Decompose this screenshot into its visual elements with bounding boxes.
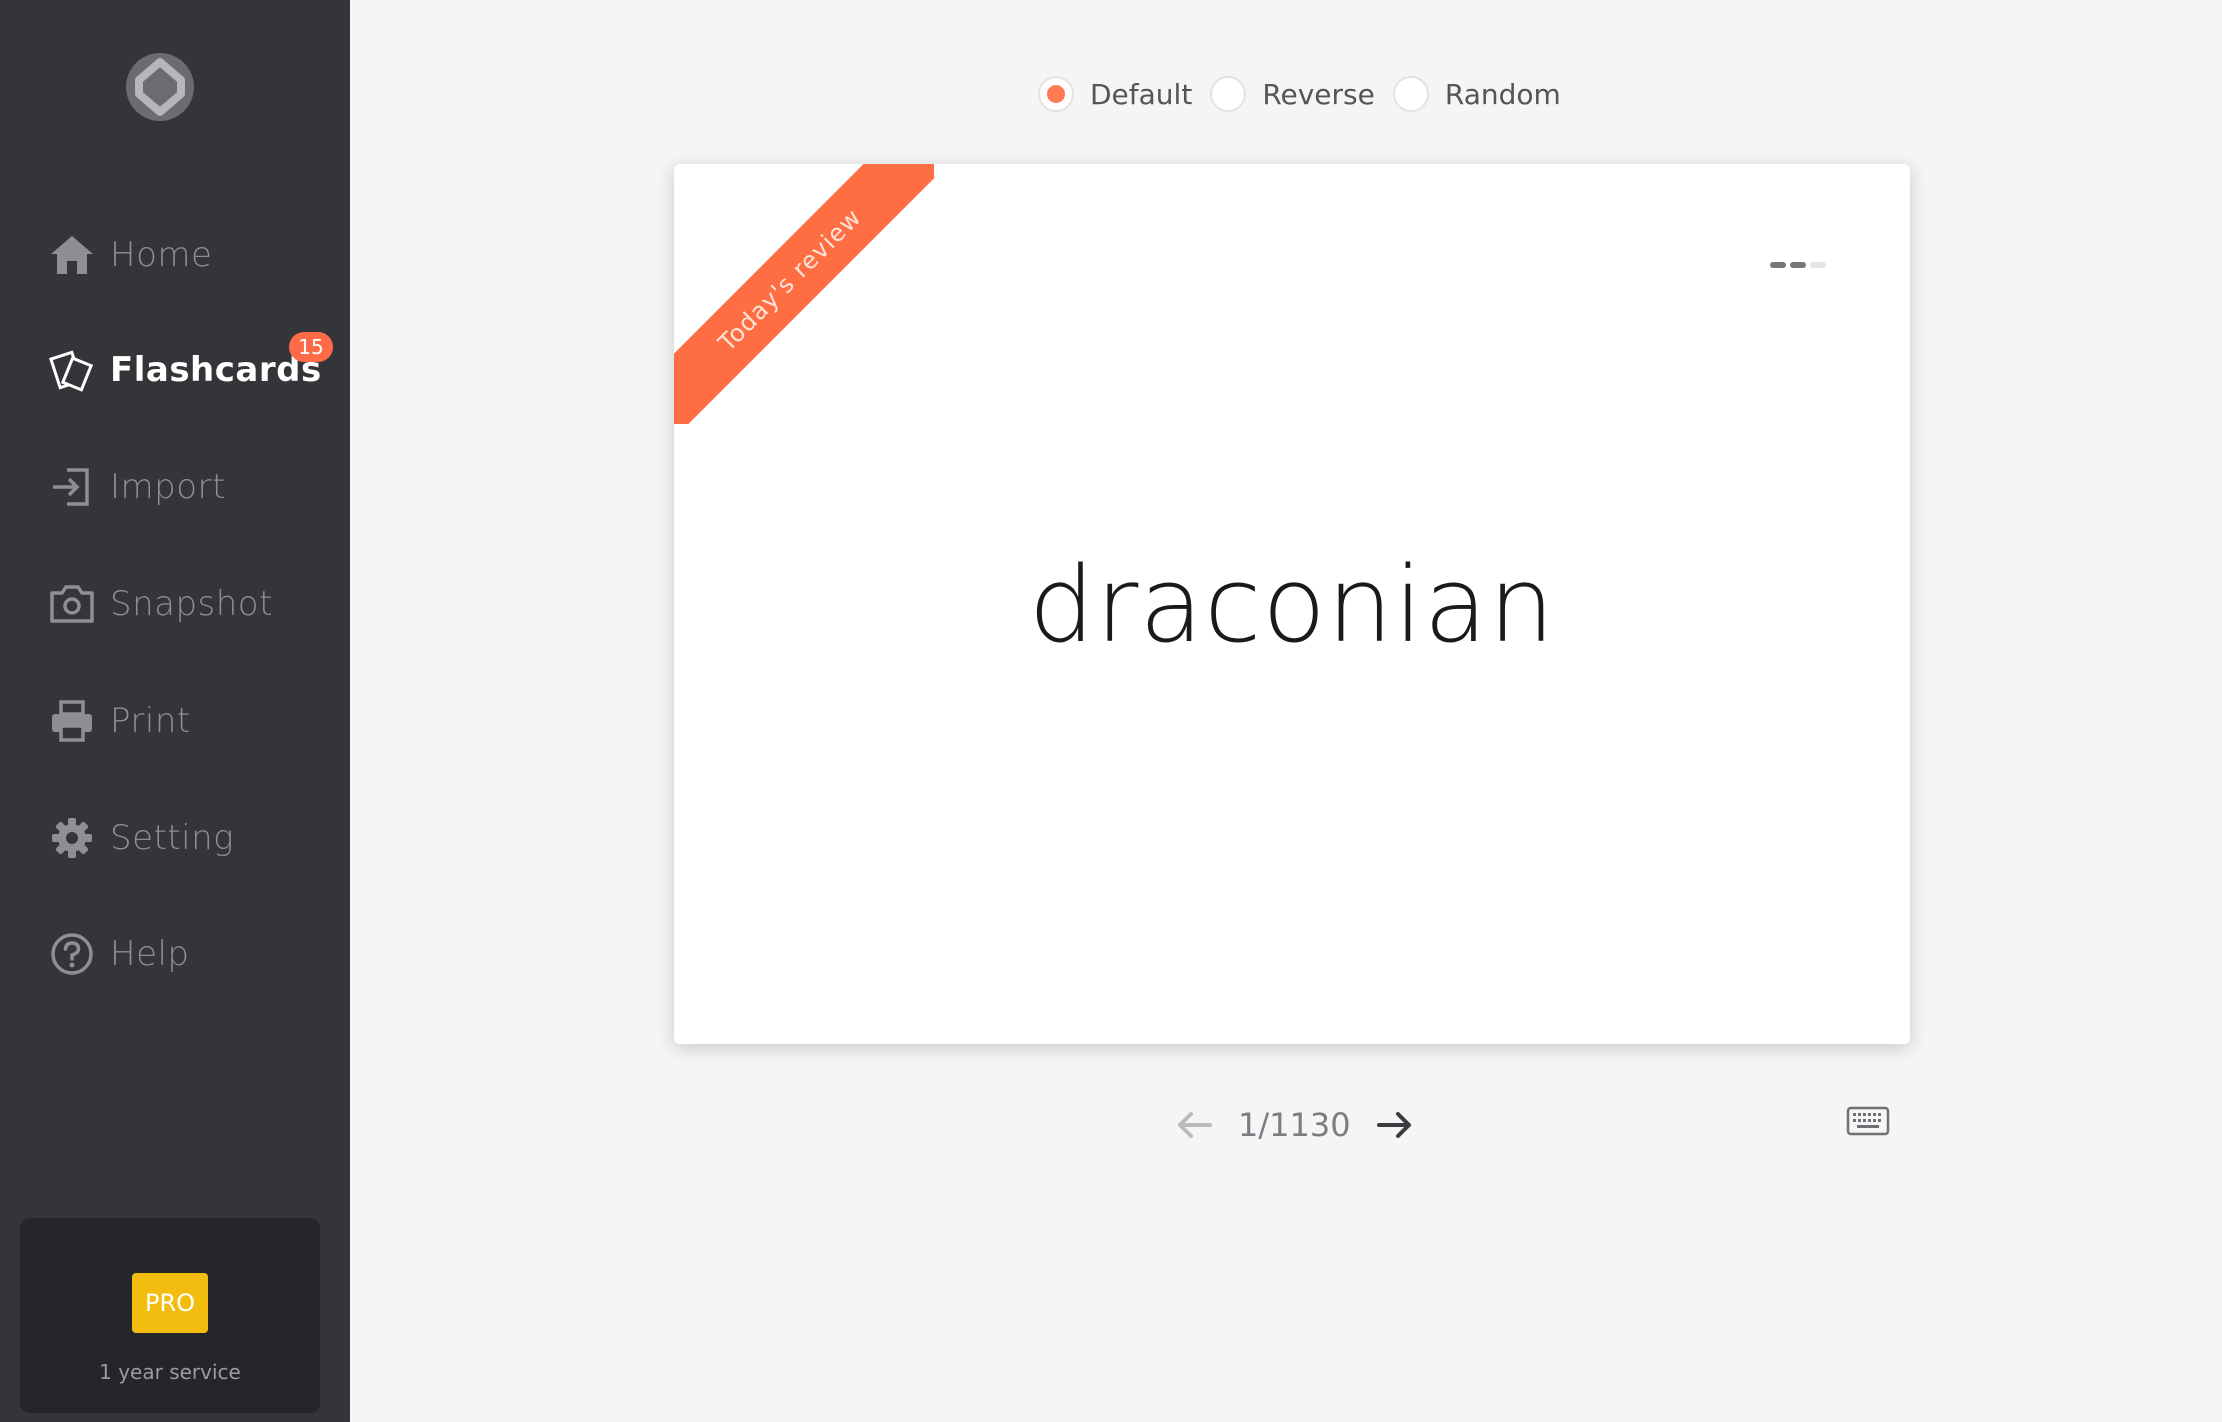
sidebar-item-snapshot[interactable]: Snapshot [48,574,338,634]
sidebar-item-label: Setting [110,818,235,858]
ribbon-label: Today's review [674,164,934,424]
mode-label: Reverse [1262,77,1375,111]
radio-unchecked-icon [1392,76,1429,112]
card-pager: 1/1130 [1170,1100,1419,1150]
sidebar-item-setting[interactable]: Setting [48,808,338,868]
sidebar-item-import[interactable]: Import [48,457,338,517]
app-logo-icon[interactable] [125,52,195,122]
sidebar-item-print[interactable]: Print [48,691,338,751]
flashcards-icon [48,346,96,394]
study-mode-selector: Default Reverse Random [1038,72,1579,116]
pro-badge[interactable]: PRO [132,1273,208,1333]
flashcard[interactable]: Today's review draconian [674,164,1910,1044]
sidebar-item-label: Home [110,235,213,275]
card-menu-icon[interactable] [1770,262,1830,274]
sidebar-item-label: Help [110,934,190,974]
camera-icon [48,580,96,628]
pro-subscription-panel: PRO 1 year service [20,1218,320,1413]
flashcard-word: draconian [1028,544,1556,666]
sidebar-item-label: Print [110,701,191,741]
next-arrow-icon[interactable] [1371,1101,1419,1149]
mode-label: Random [1444,77,1561,111]
sidebar-item-label: Import [110,467,226,507]
card-counter: 1/1130 [1238,1106,1351,1144]
pro-service-text: 1 year service [99,1360,241,1384]
mode-label: Default [1090,77,1193,111]
printer-icon [48,697,96,745]
todays-review-ribbon: Today's review [674,164,934,424]
help-icon [48,930,96,978]
previous-arrow-icon[interactable] [1170,1101,1218,1149]
gear-icon [48,814,96,862]
sidebar: Home Flashcards 15 Import Snapshot Print… [0,0,350,1422]
radio-checked-icon [1038,76,1074,112]
radio-unchecked-icon [1210,76,1247,112]
mode-radio-random[interactable]: Random [1392,76,1561,112]
home-icon [48,231,96,279]
notification-badge: 15 [289,332,333,362]
sidebar-item-flashcards[interactable]: Flashcards 15 [48,332,338,400]
keyboard-shortcuts-icon[interactable] [1846,1106,1890,1136]
sidebar-item-label: Flashcards [110,350,322,390]
sidebar-item-home[interactable]: Home [48,225,338,285]
mode-radio-default[interactable]: Default [1038,76,1192,112]
sidebar-item-label: Snapshot [110,584,273,624]
import-icon [48,463,96,511]
mode-radio-reverse[interactable]: Reverse [1210,76,1375,112]
sidebar-item-help[interactable]: Help [48,924,338,984]
